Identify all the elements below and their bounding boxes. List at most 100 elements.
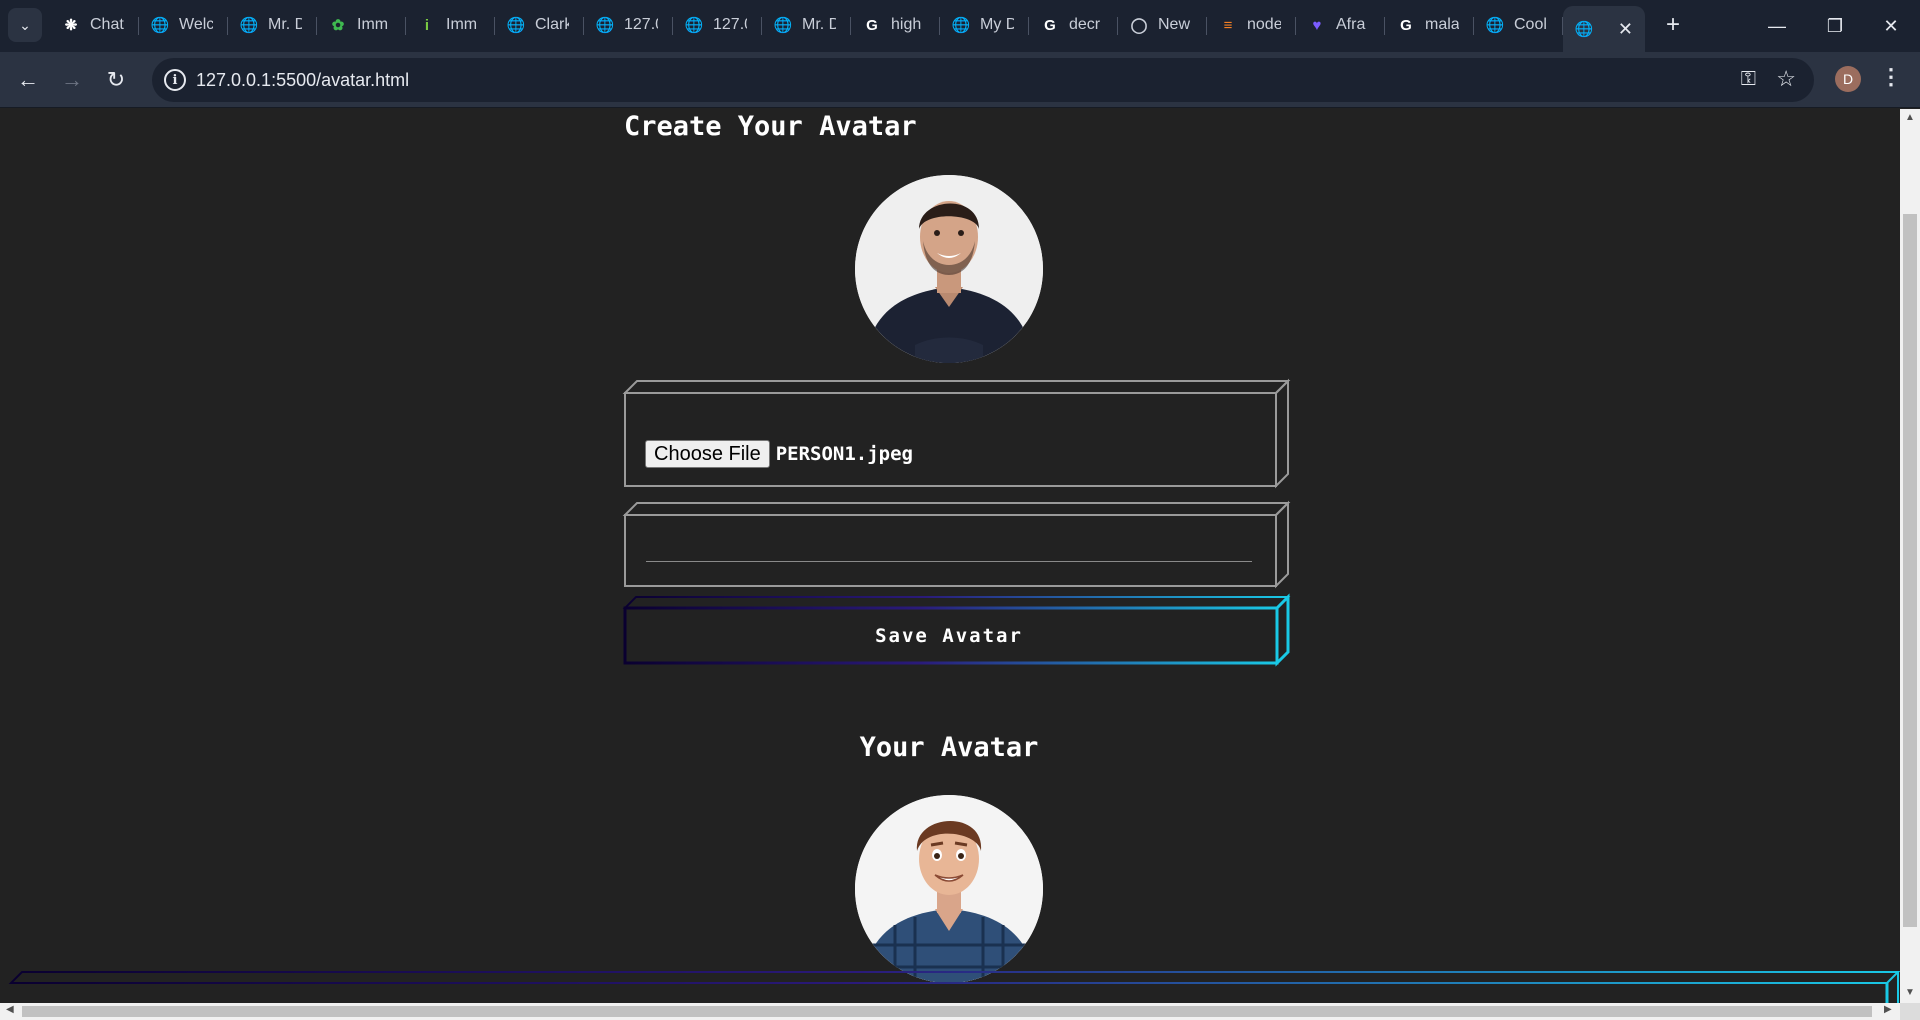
tab-title: Clark — [535, 16, 569, 33]
globe-icon: 🌐 — [773, 17, 793, 34]
chevron-down-icon: ⌄ — [19, 16, 31, 33]
browser-tab[interactable]: 🌐 Cool — [1474, 6, 1563, 44]
google-icon: G — [1400, 16, 1412, 34]
scroll-down-icon[interactable]: ▼ — [1905, 987, 1915, 998]
cartoon-avatar-icon — [855, 795, 1043, 983]
browser-tab[interactable]: 🌐 Mr. D — [762, 6, 851, 44]
gradient-box-outline — [8, 971, 1900, 1003]
horizontal-scrollbar[interactable]: ◀ ▶ — [0, 1003, 1900, 1020]
browser-tab[interactable]: 🌐 Mr. D — [228, 6, 317, 44]
tab-search-button[interactable]: ⌄ — [8, 8, 42, 42]
tab-title: 127.0 — [624, 16, 658, 33]
tab-title: New — [1158, 16, 1191, 33]
scrollbar-corner — [1900, 1003, 1920, 1020]
browser-tab[interactable]: 🌐 My D — [940, 6, 1029, 44]
chatgpt-icon: ❋ — [64, 17, 78, 34]
url-text[interactable]: 127.0.0.1:5500/avatar.html — [196, 70, 409, 91]
file-input-box — [622, 378, 1291, 489]
arrow-right-icon: → — [61, 67, 83, 92]
restore-button[interactable]: ❐ — [1806, 0, 1864, 52]
tab-title: decr — [1069, 16, 1101, 33]
browser-tab[interactable]: ❋ ChatGPT — [50, 6, 139, 44]
globe-icon: 🌐 — [595, 17, 615, 34]
close-icon: ✕ — [1883, 15, 1899, 36]
file-name: PERSON1.jpeg — [775, 443, 913, 465]
browser-tab[interactable]: Gdecr — [1029, 6, 1118, 44]
scroll-right-icon[interactable]: ▶ — [1884, 1004, 1892, 1015]
globe-icon: 🌐 — [150, 17, 170, 34]
globe-icon: 🌐 — [506, 17, 526, 34]
tab-title: My D — [980, 16, 1014, 33]
browser-tab[interactable]: ✿ Imm — [317, 6, 406, 44]
browser-tab-active[interactable]: 🌐 ✕ — [1563, 6, 1645, 52]
scroll-left-icon[interactable]: ◀ — [6, 1004, 14, 1015]
minimize-button[interactable]: — — [1748, 0, 1806, 52]
generated-avatar — [855, 795, 1043, 983]
key-icon[interactable]: ⚿ — [1741, 68, 1756, 91]
scrollbar-thumb[interactable] — [22, 1006, 1872, 1017]
info-icon: i — [424, 16, 430, 34]
tab-title: 127.0 — [713, 16, 747, 33]
browser-tab[interactable]: ≡ node — [1207, 6, 1296, 44]
more-menu-icon[interactable]: ⋮ — [1880, 64, 1902, 90]
browser-tab[interactable]: i Imm — [406, 6, 495, 44]
profile-avatar[interactable]: D — [1835, 66, 1861, 92]
scroll-up-icon[interactable]: ▲ — [1905, 112, 1915, 123]
address-bar[interactable]: i 127.0.0.1:5500/avatar.html ⚿ ☆ — [152, 58, 1814, 102]
tab-title: Mr. D — [268, 16, 302, 33]
browser-tab[interactable]: Ghigh — [851, 6, 940, 44]
site-info-icon[interactable]: i — [164, 69, 186, 91]
reload-icon: ↻ — [106, 67, 126, 92]
globe-icon: 🌐 — [1485, 17, 1505, 34]
person-photo-icon — [855, 175, 1043, 363]
globe-icon: 🌐 — [951, 17, 971, 34]
forward-button[interactable]: → — [54, 62, 90, 98]
tab-title: Afra — [1336, 16, 1366, 33]
browser-tab[interactable]: ◯ New — [1118, 6, 1207, 44]
save-avatar-label[interactable]: Save Avatar — [626, 625, 1272, 647]
reload-button[interactable]: ↻ — [98, 62, 134, 98]
globe-icon: 🌐 — [239, 17, 259, 34]
browser-tab[interactable]: Gmala — [1385, 6, 1474, 44]
browser-tab[interactable]: ♥ Afra — [1296, 6, 1385, 44]
bookmark-star-icon[interactable]: ☆ — [1776, 66, 1796, 92]
page-title: Create Your Avatar — [624, 111, 917, 142]
photo-preview — [855, 175, 1043, 363]
tab-title: ChatGPT — [90, 16, 124, 33]
new-tab-button[interactable]: + — [1653, 6, 1693, 44]
google-icon: G — [866, 16, 878, 34]
tab-title: mala — [1425, 16, 1459, 33]
tab-title: high — [891, 16, 922, 33]
browser-tab[interactable]: 🌐 127.0 — [673, 6, 762, 44]
arrow-left-icon: ← — [17, 67, 39, 92]
tab-title: Welcome — [179, 16, 213, 33]
box-outline — [622, 378, 1291, 489]
tab-title: Imm — [446, 16, 478, 33]
choose-file-button[interactable]: Choose File — [645, 440, 770, 468]
restore-icon: ❐ — [1826, 15, 1844, 36]
name-input[interactable] — [646, 561, 1252, 562]
vertical-scrollbar[interactable]: ▲ ▼ — [1900, 109, 1920, 1003]
your-avatar-title: Your Avatar — [859, 732, 1039, 763]
tab-title: node — [1247, 16, 1281, 33]
box-outline — [622, 500, 1291, 589]
scrollbar-thumb[interactable] — [1903, 214, 1917, 927]
close-tab-icon[interactable]: ✕ — [1618, 19, 1633, 40]
heart-icon: ♥ — [1312, 16, 1322, 34]
google-icon: G — [1044, 16, 1056, 34]
name-input-box[interactable] — [622, 500, 1291, 589]
page-viewport: Create Your Avatar Choose File PERSON1.j… — [0, 109, 1900, 1003]
close-window-button[interactable]: ✕ — [1862, 0, 1920, 52]
browser-tab[interactable]: 🌐 127.0 — [584, 6, 673, 44]
browser-tab[interactable]: 🌐 Clark — [495, 6, 584, 44]
file-input[interactable]: Choose File PERSON1.jpeg — [645, 440, 913, 468]
tab-title: Mr. D — [802, 16, 836, 33]
back-button[interactable]: ← — [10, 62, 46, 98]
tab-list: ❋ ChatGPT 🌐 Welcome 🌐 Mr. D ✿Imm i Imm 🌐 Clark 🌐 127… — [50, 6, 1693, 52]
avatar-display-box — [8, 971, 1900, 1003]
globe-icon: 🌐 — [1574, 21, 1594, 38]
globe-icon: 🌐 — [684, 17, 704, 34]
browser-tab[interactable]: 🌐 Welcome — [139, 6, 228, 44]
chrome-icon: ◯ — [1130, 17, 1148, 34]
tab-strip: ⌄ ❋ ChatGPT 🌐 Welcome 🌐 Mr. D ✿Imm i Imm 🌐 Clark 🌐 1… — [0, 0, 1920, 52]
